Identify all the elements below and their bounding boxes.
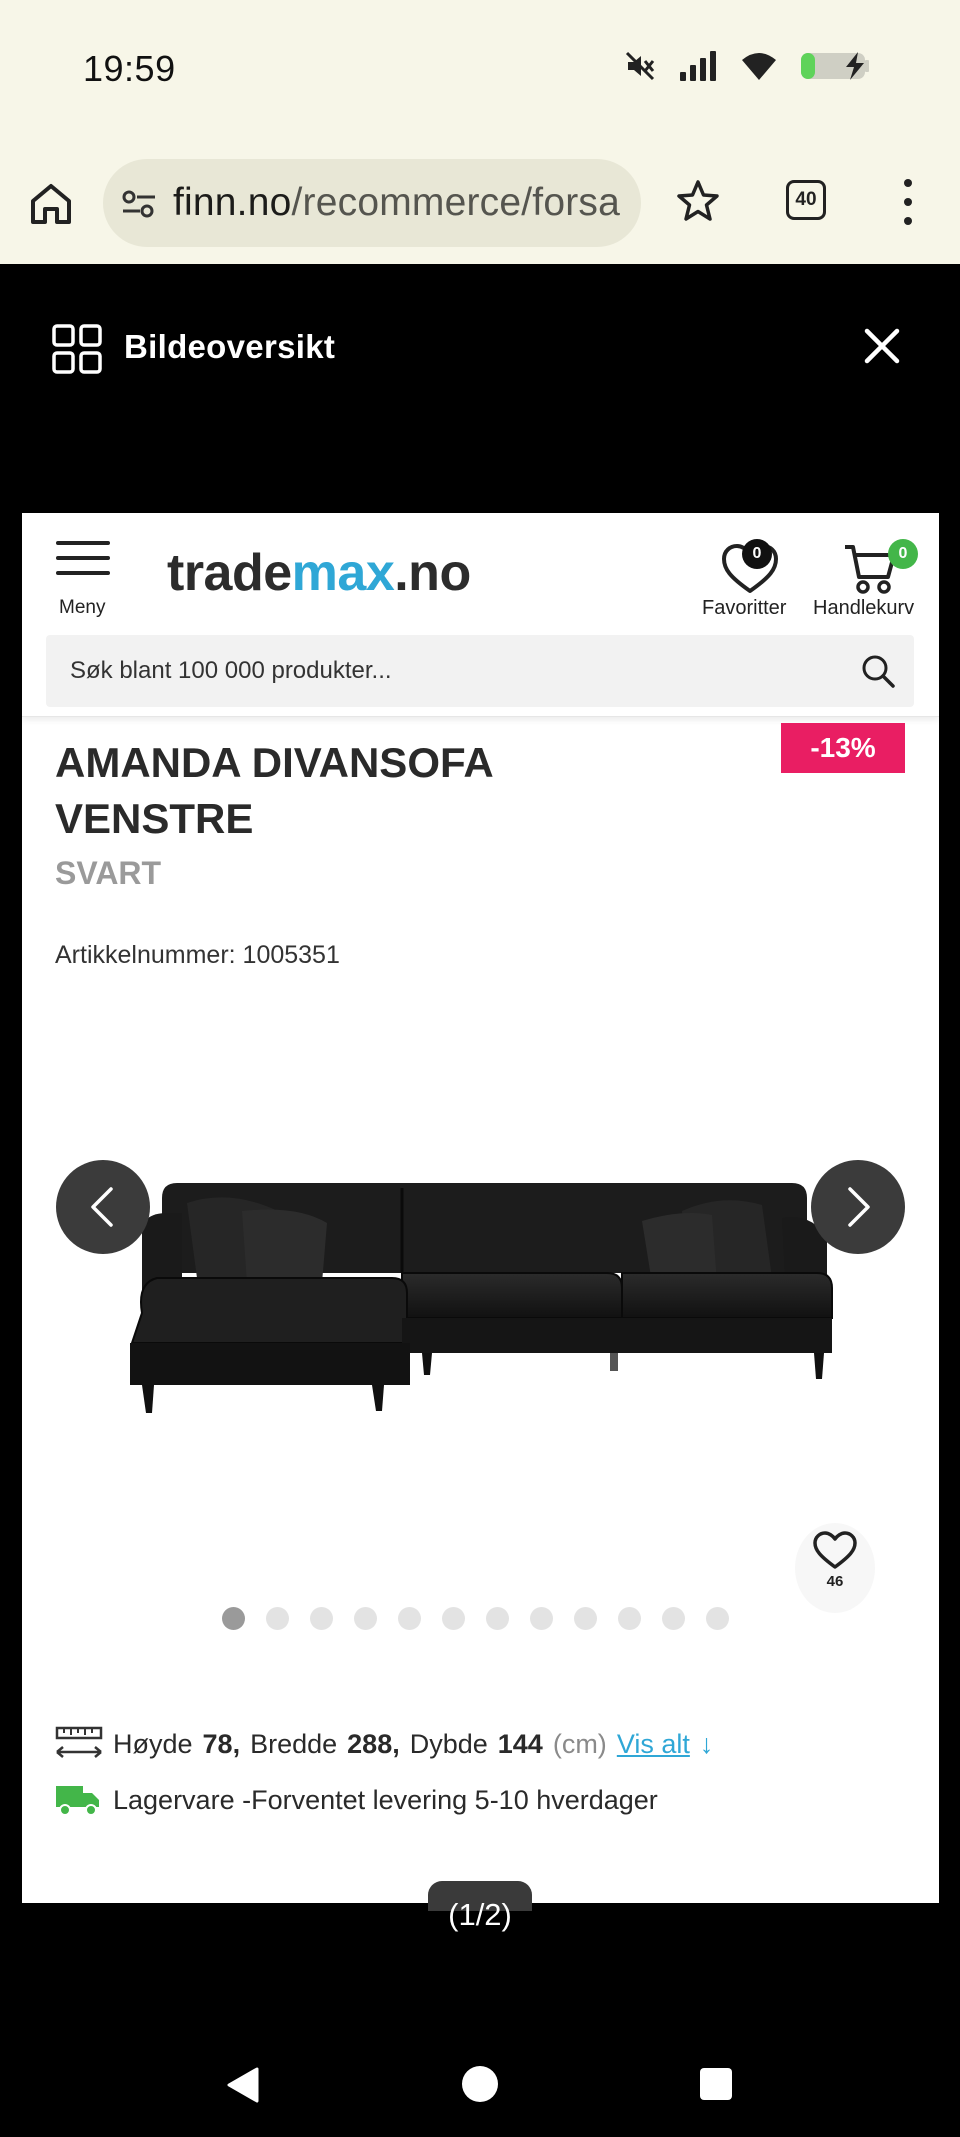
pagination-dot[interactable]	[222, 1607, 245, 1630]
status-time: 19:59	[83, 48, 176, 89]
discount-badge: -13%	[781, 723, 905, 773]
image-pagination-dots	[222, 1607, 729, 1630]
dimension-unit: (cm)	[552, 1728, 607, 1759]
screen: 19:59 finn.no/recommerce/forsa 40 Bildeo…	[0, 0, 960, 2137]
battery-icon	[801, 52, 869, 80]
arrow-down-icon: ↓	[699, 1728, 714, 1759]
pagination-dot[interactable]	[574, 1607, 597, 1630]
site-info-icon[interactable]	[121, 189, 157, 219]
height-label: Høyde	[113, 1728, 193, 1759]
system-navigation-bar	[0, 2030, 960, 2137]
dimensions-row: Høyde 78, Bredde 288, Dybde 144 (cm) Vis…	[55, 1726, 713, 1762]
url-path: /recommerce/forsa	[291, 181, 620, 224]
signal-icon	[680, 51, 716, 81]
close-icon[interactable]	[862, 326, 902, 366]
favorites-label: Favoritter	[702, 597, 787, 619]
product-title: AMANDA DIVANSOFA VENSTRE	[55, 735, 615, 847]
cart-count-badge: 0	[888, 539, 918, 569]
show-all-link[interactable]: Vis alt	[617, 1729, 690, 1760]
pagination-dot[interactable]	[662, 1607, 685, 1630]
page-counter: (1/2)	[448, 1897, 512, 1932]
logo-tld: .no	[394, 544, 471, 602]
delivery-text: Lagervare -Forventet levering 5-10 hverd…	[113, 1784, 658, 1815]
pagination-dot[interactable]	[618, 1607, 641, 1630]
product-title-line1: AMANDA DIVANSOFA	[55, 739, 494, 786]
menu-button[interactable]	[56, 541, 112, 575]
search-placeholder: Søk blant 100 000 produkter...	[70, 657, 392, 684]
truck-icon	[56, 1786, 99, 1816]
previous-image-button[interactable]	[56, 1160, 150, 1254]
width-value: 288,	[347, 1728, 400, 1759]
depth-label: Dybde	[409, 1728, 488, 1759]
bookmark-star-icon[interactable]	[675, 178, 721, 224]
logo-max: max	[291, 544, 395, 602]
pagination-dot[interactable]	[442, 1607, 465, 1630]
favorites-count-badge: 0	[742, 539, 772, 569]
delivery-row: Lagervare -Forventet levering 5-10 hverd…	[55, 1783, 658, 1817]
home-icon[interactable]	[28, 181, 74, 227]
height-value: 78,	[202, 1728, 241, 1759]
back-icon[interactable]	[225, 2066, 261, 2104]
pagination-dot[interactable]	[486, 1607, 509, 1630]
cart-label: Handlekurv	[813, 597, 915, 619]
pagination-dot[interactable]	[530, 1607, 553, 1630]
product-favorite-button[interactable]: 46	[795, 1523, 875, 1613]
home-nav-icon[interactable]	[462, 2066, 498, 2102]
more-vert-icon[interactable]	[898, 179, 918, 225]
width-label: Bredde	[250, 1728, 338, 1759]
product-color: SVART	[55, 855, 162, 891]
heart-icon	[813, 1531, 857, 1569]
hamburger-icon	[56, 541, 112, 575]
wifi-icon	[742, 53, 776, 80]
ruler-icon	[55, 1726, 103, 1758]
url-text: finn.no/recommerce/forsa	[173, 181, 620, 225]
chevron-left-icon	[91, 1187, 113, 1227]
chevron-right-icon	[848, 1187, 870, 1227]
mute-icon	[625, 51, 655, 81]
gallery-header: Bildeoversikt	[0, 264, 960, 384]
status-bar: 19:59	[0, 0, 960, 143]
grid-icon[interactable]	[52, 324, 102, 374]
pagination-dot[interactable]	[706, 1607, 729, 1630]
menu-label: Meny	[59, 597, 106, 618]
gallery-image[interactable]: Meny trademax.no 0 Favoritter 0 Handleku…	[22, 513, 939, 1903]
gallery-overview-button[interactable]: Bildeoversikt	[124, 328, 335, 366]
favorite-count: 46	[826, 1573, 844, 1590]
search-input[interactable]: Søk blant 100 000 produkter...	[46, 635, 914, 707]
site-header: Meny trademax.no 0 Favoritter 0 Handleku…	[22, 513, 939, 717]
logo-trade: trade	[167, 544, 292, 602]
pagination-dot[interactable]	[354, 1607, 377, 1630]
product-title-line2: VENSTRE	[55, 795, 254, 842]
search-icon[interactable]	[860, 653, 896, 689]
pagination-dot[interactable]	[266, 1607, 289, 1630]
pagination-dot[interactable]	[398, 1607, 421, 1630]
trademax-logo[interactable]: trademax.no	[167, 543, 471, 603]
tab-switcher-button[interactable]: 40	[786, 180, 826, 220]
recent-apps-icon[interactable]	[700, 2068, 732, 2100]
address-bar[interactable]: finn.no/recommerce/forsa	[103, 159, 641, 247]
url-domain: finn.no	[173, 181, 292, 224]
status-icons	[624, 50, 880, 82]
product-image-sofa[interactable]	[82, 1143, 882, 1453]
browser-toolbar: finn.no/recommerce/forsa 40	[0, 143, 960, 264]
next-image-button[interactable]	[811, 1160, 905, 1254]
pagination-dot[interactable]	[310, 1607, 333, 1630]
article-number: Artikkelnummer: 1005351	[55, 941, 340, 969]
depth-value: 144	[497, 1728, 543, 1759]
